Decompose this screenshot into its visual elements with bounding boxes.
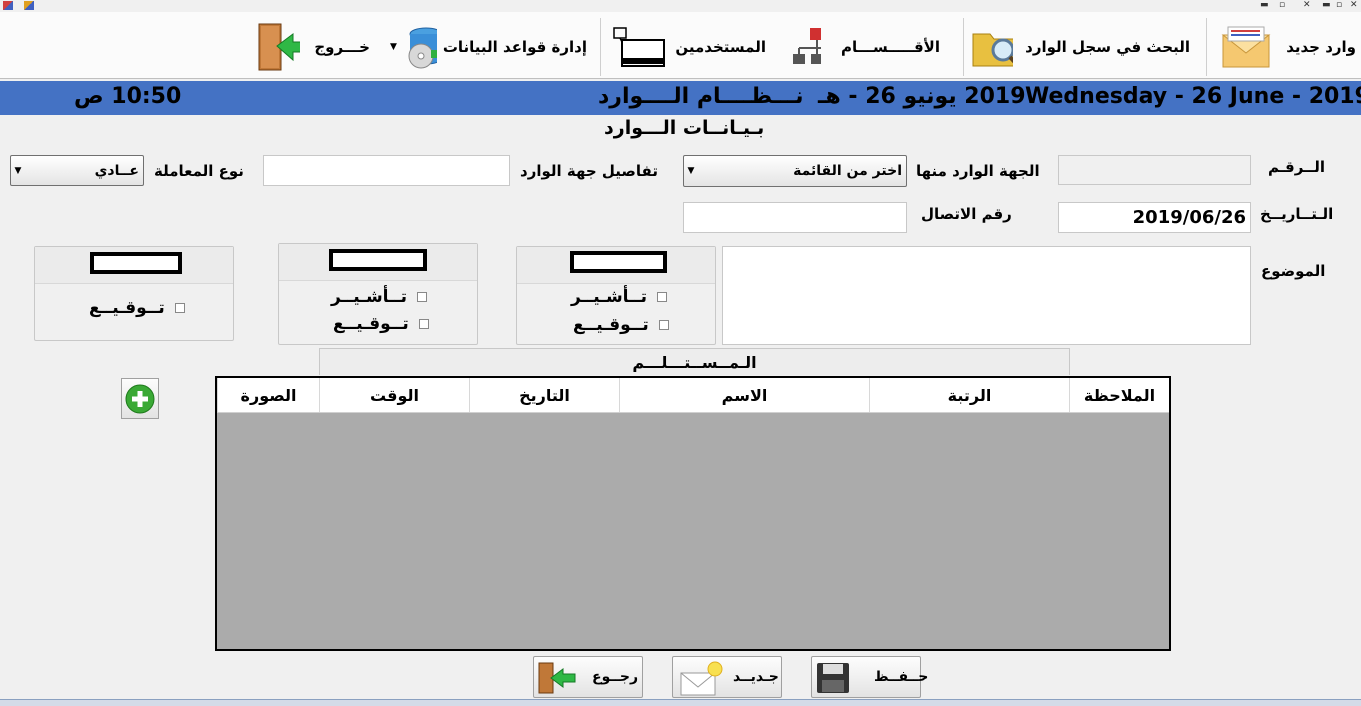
approval-panel-1: تــأشـيــر تــوقـيــع [516,246,716,345]
date-field[interactable]: 2019/06/26 [1058,202,1251,233]
grid-header: الملاحظة الرتبة الاسم التاريخ الوقت الصو… [217,378,1169,413]
app-icon [3,1,13,10]
annotate-checkbox-row[interactable]: تــأشـيــر [331,287,428,307]
search-log-button[interactable]: البحث في سجل الوارد [970,20,1200,74]
users-button[interactable]: المستخدمين [606,20,766,74]
subject-label: الموضوع [1261,262,1326,280]
exit-label: خـــروج [314,38,370,56]
plus-icon [125,384,155,413]
new-button[interactable]: جـديــد [672,656,782,698]
back-button[interactable]: رجــوع [533,656,643,698]
gregorian-date: Wednesday - 26 June - 2019 [1025,84,1361,109]
column-header-rank[interactable]: الرتبة [869,378,1069,412]
restore-icon[interactable]: ▫ [1279,0,1285,10]
new-incoming-button[interactable]: وارد جديد [1206,20,1356,74]
signature-box [570,251,667,273]
toolbar-separator [963,18,964,76]
toolbar-separator [600,18,601,76]
column-header-date[interactable]: التاريخ [469,378,619,412]
source-dropdown[interactable]: اختر من القائمة ▼ [683,155,907,187]
transaction-type-selected: عــادي [94,162,139,179]
window-title-strip: ▬ ▫ ✕ ▬ ▫ ✕ [0,0,1361,12]
column-header-time[interactable]: الوقت [319,378,469,412]
main-toolbar: وارد جديد البحث في سجل الوارد الأقـــــس… [0,12,1361,79]
annotate-checkbox-row[interactable]: تــأشـيــر [571,287,668,307]
number-label: الــرقـم [1268,158,1326,176]
folder-search-icon [972,33,1014,67]
user-card-icon [613,27,665,67]
recipients-grid[interactable]: الملاحظة الرتبة الاسم التاريخ الوقت الصو… [215,376,1171,651]
search-log-label: البحث في سجل الوارد [1025,38,1190,56]
sign-label: تــوقـيــع [573,315,649,335]
back-door-icon [538,662,576,694]
minimize-icon[interactable]: ▬ [1260,0,1269,10]
signature-box [90,252,182,274]
sign-label: تــوقـيــع [89,298,165,318]
exit-door-icon [258,23,301,71]
approval-panel-2: تــأشـيــر تــوقـيــع [278,243,478,345]
db-management-button[interactable]: إدارة قواعد البيانات ▼ [390,20,595,74]
restore-icon-2[interactable]: ▫ [1336,0,1342,10]
column-header-name[interactable]: الاسم [619,378,869,412]
section-title: بـيـانــات الـــوارد [604,117,765,139]
save-button[interactable]: حــفــظ [811,656,928,698]
sign-checkbox-row[interactable]: تــوقـيــع [333,314,429,334]
header-bar: Wednesday - 26 June - 2019 2019 يونيو 26… [0,81,1361,115]
chevron-down-icon: ▼ [14,165,22,176]
close-icon[interactable]: ✕ [1303,0,1311,10]
sign-checkbox[interactable] [418,319,429,329]
minimize-icon-2[interactable]: ▬ [1322,0,1331,10]
annotate-label: تــأشـيــر [331,287,408,307]
annotate-checkbox[interactable] [417,292,428,302]
db-management-label: إدارة قواعد البيانات [442,38,587,56]
add-recipient-button[interactable] [121,378,159,419]
source-label: الجهة الوارد منها [916,162,1040,180]
column-header-note[interactable]: الملاحظة [1069,378,1169,412]
source-selected: اختر من القائمة [793,163,902,179]
users-label: المستخدمين [675,38,766,56]
annotate-checkbox[interactable] [657,292,668,302]
new-envelope-icon [680,661,723,696]
new-incoming-label: وارد جديد [1286,38,1356,56]
date-label: الـتــاريــخ [1260,205,1334,223]
approval-panel-3: تــوقـيــع [34,246,234,341]
column-header-photo[interactable]: الصورة [217,378,319,412]
system-title: نـــظــــام الــــوارد [598,84,804,109]
clock: 10:50 ص [74,84,182,109]
floppy-disk-icon [817,663,849,693]
source-details-label: تفاصيل جهة الوارد [520,162,658,180]
sign-checkbox-row[interactable]: تــوقـيــع [89,298,185,318]
recipients-title: الـمــســتـــلـــم [319,348,1070,375]
envelope-icon [1221,26,1271,68]
back-label: رجــوع [592,669,639,685]
sign-checkbox-row[interactable]: تــوقـيــع [573,315,669,335]
source-details-field[interactable] [263,155,510,186]
transaction-type-dropdown[interactable]: عــادي ▼ [10,155,144,186]
org-chart-icon [793,28,821,64]
new-label: جـديــد [733,669,779,685]
sign-checkbox[interactable] [658,320,669,330]
exit-button[interactable]: خـــروج [255,20,380,74]
transaction-type-label: نوع المعاملة [154,162,244,180]
save-label: حــفــظ [874,669,929,685]
chevron-down-icon: ▼ [687,166,695,176]
number-field[interactable] [1058,155,1251,185]
hijri-date: 2019 يونيو 26 - هـ [818,84,1026,109]
contact-label: رقم الاتصال [921,205,1012,223]
signature-box [329,249,427,271]
sign-label: تــوقـيــع [333,314,409,334]
app-icon-2 [24,1,34,10]
database-icon [408,27,437,69]
contact-field[interactable] [683,202,907,233]
subject-field[interactable] [722,246,1251,345]
annotate-label: تــأشـيــر [571,287,648,307]
toolbar-separator [1206,18,1207,76]
chevron-down-icon[interactable]: ▼ [390,42,397,52]
close-icon-2[interactable]: ✕ [1350,0,1358,10]
departments-label: الأقـــــســـام [840,38,940,56]
departments-button[interactable]: الأقـــــســـام [790,20,958,74]
sign-checkbox[interactable] [174,303,185,313]
